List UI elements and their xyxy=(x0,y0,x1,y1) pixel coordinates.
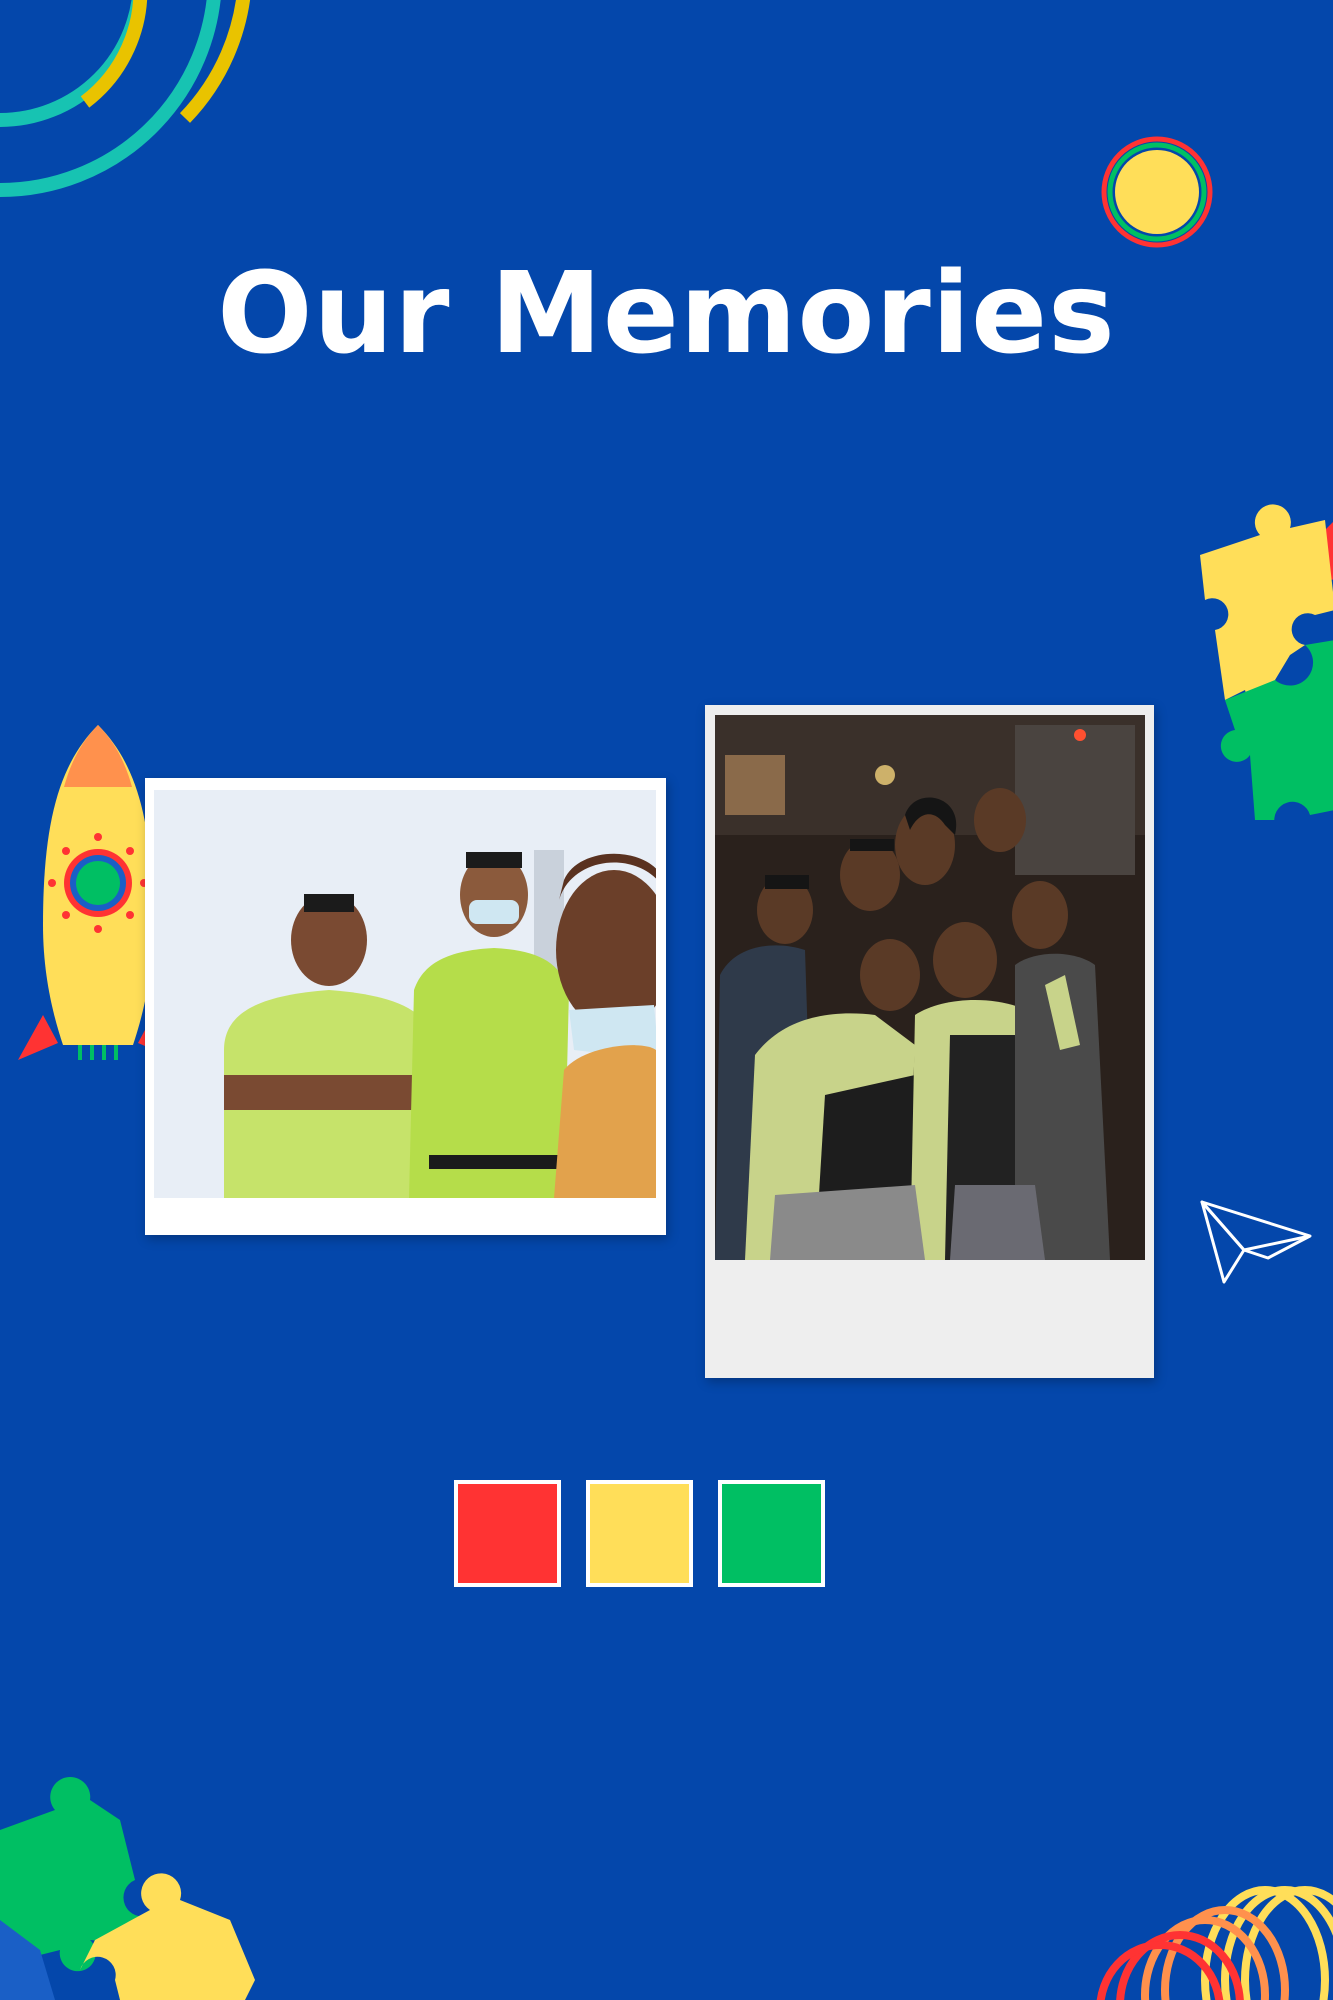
poster-page: Our Memories xyxy=(0,0,1333,2000)
paper-plane-icon xyxy=(1200,1200,1312,1284)
arc-rings-icon xyxy=(0,0,251,197)
red-swatch xyxy=(454,1480,561,1587)
page-title: Our Memories xyxy=(217,249,1116,379)
daytime-selfie-photo xyxy=(154,790,656,1198)
photo-frame-left[interactable] xyxy=(145,778,666,1235)
photo-frame-right[interactable] xyxy=(705,705,1154,1378)
planet-dot-icon xyxy=(1101,136,1213,248)
spring-coil-icon xyxy=(1096,1886,1333,2000)
green-swatch xyxy=(718,1480,825,1587)
puzzle-pieces-icon xyxy=(1200,504,1333,820)
night-group-photo xyxy=(715,715,1145,1260)
puzzle-pieces-icon xyxy=(0,1777,255,2000)
yellow-swatch xyxy=(586,1480,693,1587)
